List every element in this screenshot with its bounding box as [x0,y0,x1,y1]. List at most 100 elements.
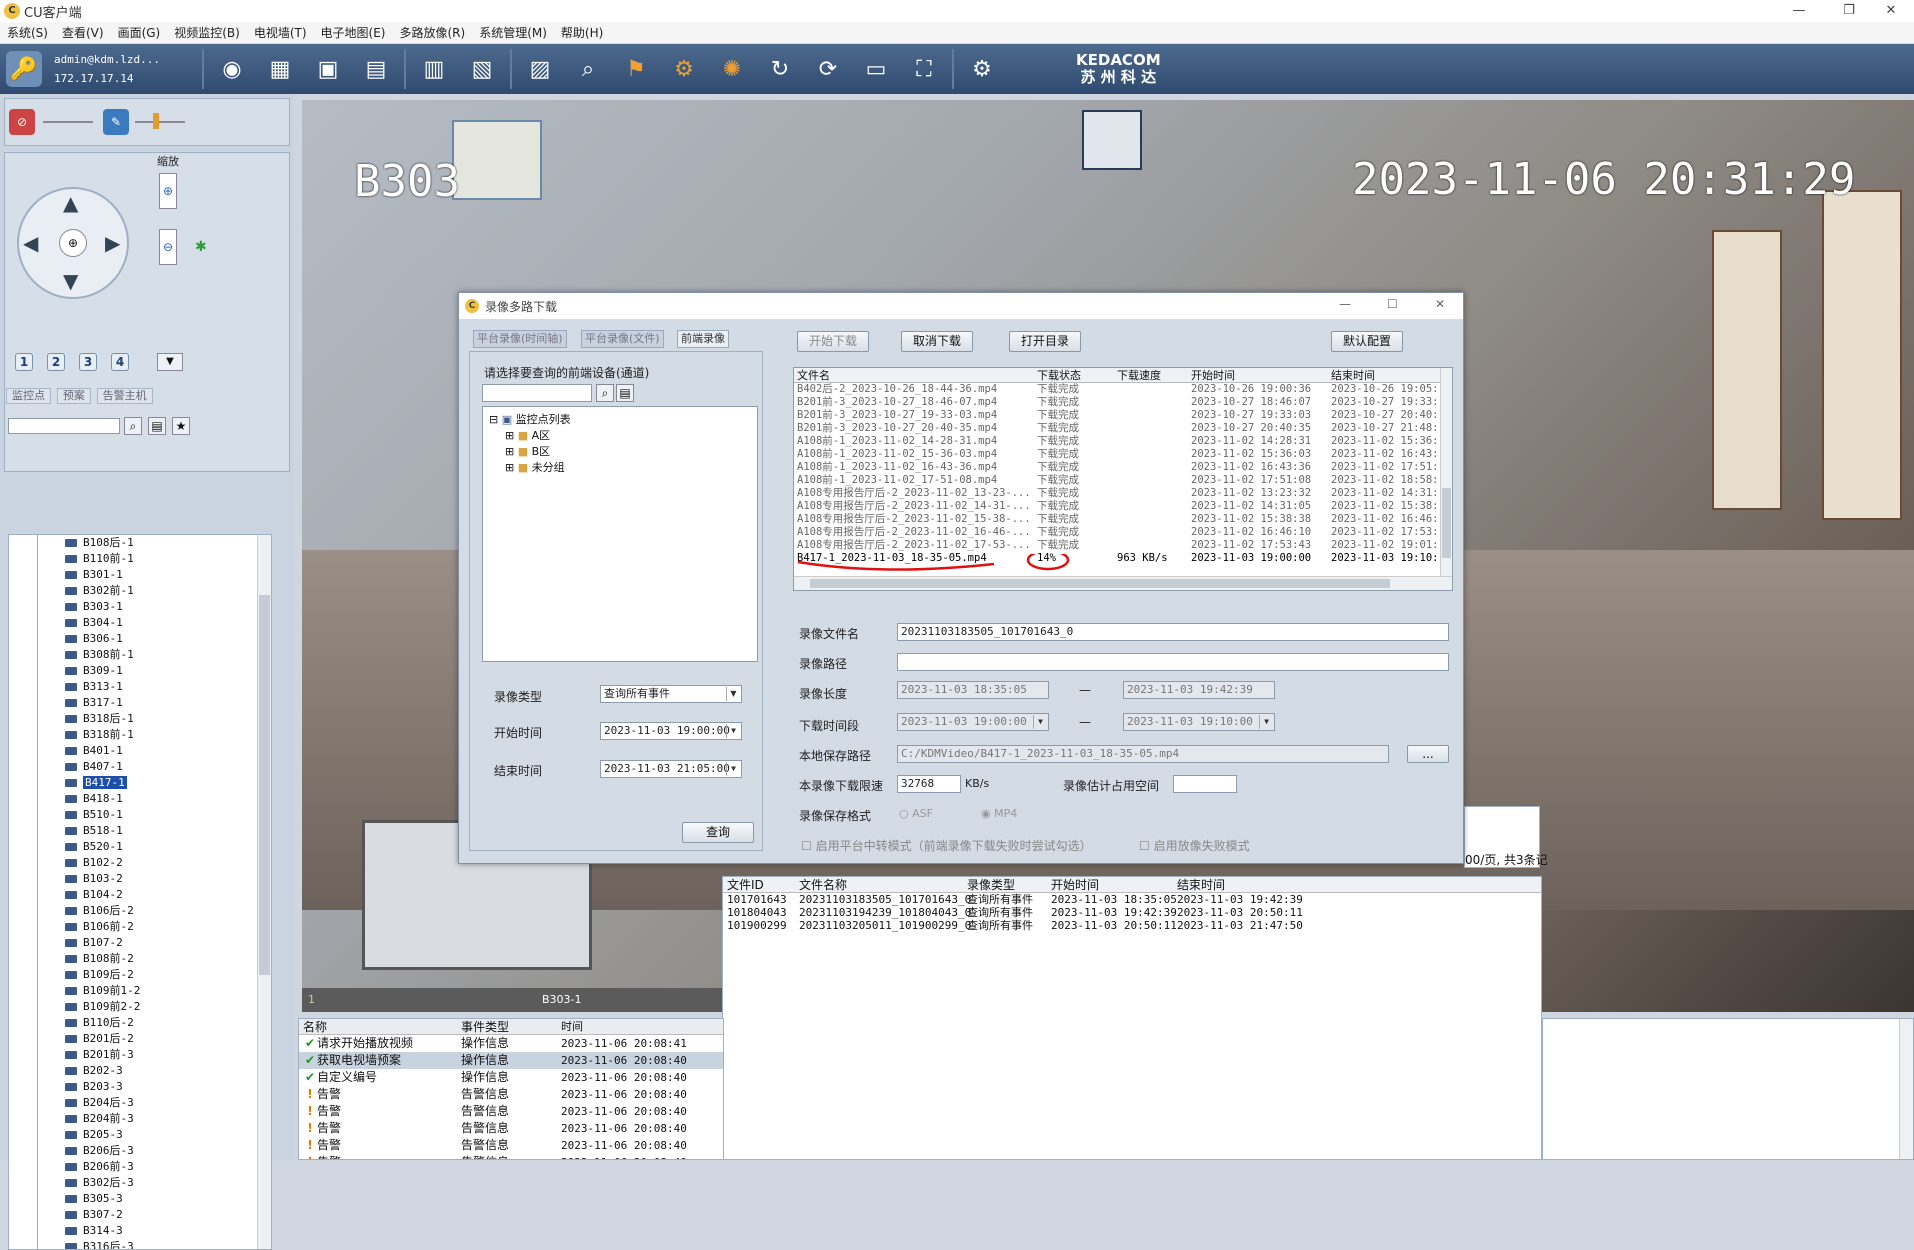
restore-button[interactable]: ❐ [1826,0,1872,22]
file-list-row[interactable]: B201前-3_2023-10-27_18-46-07.mp4 下载完成 2023-… [794,396,1452,409]
search-icon[interactable]: ⌕ [596,384,614,402]
relay-mode-checkbox[interactable]: ☐ 启用平台中转模式（前端录像下载失败时尝试勾选） [801,837,1092,854]
search-icon[interactable]: ⌕ [124,417,142,435]
menu-item[interactable]: 系统(S) [0,24,55,41]
no-entry-icon[interactable]: ⊘ [9,109,35,135]
device-tree-item[interactable]: B110后-2 [9,1015,271,1031]
format-mp4-radio[interactable]: ◉ MP4 [981,807,1017,820]
save-path-field[interactable]: C:/KDMVideo/B417-1_2023-11-03_18-35-05.m… [897,745,1389,763]
tree-root[interactable]: ⊟ ▣ 监控点列表 [489,411,571,427]
device-filter-input[interactable] [482,384,592,402]
event-row[interactable]: ! 告警 告警信息 2023-11-06 20:08:40 [299,1120,723,1137]
panel-scrollbar[interactable] [1899,1019,1913,1159]
end-time-input[interactable]: 2023-11-03 21:05:00 ▼ [600,760,742,778]
recording-row[interactable]: 101701643 20231103183505_101701643_0 查询所有事… [723,893,1541,906]
device-tree-item[interactable]: B204前-3 [9,1111,271,1127]
slider-track[interactable] [135,121,185,123]
device-search-input[interactable] [8,418,120,434]
star-icon[interactable]: ★ [172,417,190,435]
event-row[interactable]: ✔ 获取电视墙预案 操作信息 2023-11-06 20:08:40 [299,1052,723,1069]
alarm-link-icon[interactable]: ⚙ [666,51,702,87]
alarm-icon[interactable]: ⚑ [618,51,654,87]
minimize-button[interactable]: — [1776,0,1822,22]
menu-item[interactable]: 画面(G) [111,24,168,41]
start-download-button[interactable]: 开始下载 [797,331,869,352]
tab-plans[interactable]: 预案 [56,388,91,404]
playback-icon[interactable]: ▧ [464,51,500,87]
monitor-icon[interactable]: ▨ [522,51,558,87]
camera-icon[interactable]: ◉ [214,51,250,87]
dialog-maximize-button[interactable]: ☐ [1387,297,1398,311]
tab-alarm-host[interactable]: 告警主机 [96,388,153,404]
file-list-row[interactable]: B201前-3_2023-10-27_20-40-35.mp4 下载完成 2023-… [794,422,1452,435]
event-row[interactable]: ! 告警 告警信息 2023-11-06 20:08:40 [299,1103,723,1120]
device-tree-item[interactable]: B201后-2 [9,1031,271,1047]
device-tree-item[interactable]: B102-2 [9,855,271,871]
device-tree-item[interactable]: B107-2 [9,935,271,951]
slider-thumb[interactable] [153,113,159,129]
zoom-in-icon[interactable]: ⊕ [159,173,177,209]
menu-item[interactable]: 系统管理(M) [472,24,554,41]
tree-scrollbar[interactable] [257,535,271,1249]
query-button[interactable]: 查询 [682,822,754,843]
recording-row[interactable]: 101900299 20231103205011_101900299_0 查询所有事… [723,919,1541,932]
file-list-row[interactable]: A108前-1_2023-11-02_17-51-08.mp4 下载完成 2023-… [794,474,1452,487]
file-list-row[interactable]: A108前-1_2023-11-02_14-28-31.mp4 下载完成 2023-… [794,435,1452,448]
menu-item[interactable]: 电视墙(T) [247,24,314,41]
tree-node-a[interactable]: ⊞ ■ A区 [505,427,550,443]
tab-platform-timeline[interactable]: 平台录像(时间轴) [473,330,567,348]
file-list-row[interactable]: A108专用报告厅后-2_2023-11-02_13-23-... 下载完成 202… [794,487,1452,500]
chevron-down-icon[interactable]: ▼ [726,724,740,738]
device-tree-item[interactable]: B306-1 [9,631,271,647]
refresh-icon[interactable]: ↻ [762,51,798,87]
chevron-down-icon[interactable]: ▼ [1259,715,1273,729]
open-directory-button[interactable]: 打开目录 [1009,331,1081,352]
layout-grid-icon[interactable]: ▦ [262,51,298,87]
recording-row[interactable]: 101804043 20231103194239_101804043_0 查询所有事… [723,906,1541,919]
filter-icon[interactable]: ▤ [616,384,634,402]
recording-column-header[interactable]: 文件名称 [799,877,967,892]
device-tree-item[interactable]: B307-2 [9,1207,271,1223]
chevron-down-icon[interactable]: ▼ [726,762,740,776]
tree-node-ungrouped[interactable]: ⊞ ■ 未分组 [505,459,565,475]
recording-column-header[interactable]: 录像类型 [967,877,1051,892]
file-list-column-header[interactable]: 开始时间 [1188,368,1328,382]
device-tree-item[interactable]: B401-1 [9,743,271,759]
chevron-down-icon[interactable]: ▼ [1033,715,1047,729]
device-tree-item[interactable]: B108后-1 [9,535,271,551]
brush-icon[interactable]: ✎ [103,109,129,135]
device-tree-item[interactable]: B302前-1 [9,583,271,599]
device-tree-item[interactable]: B206前-3 [9,1159,271,1175]
device-tree-item[interactable]: B313-1 [9,679,271,695]
start-time-input[interactable]: 2023-11-03 19:00:00 ▼ [600,722,742,740]
search-icon[interactable]: ⌕ [570,51,606,87]
period-to-input[interactable]: 2023-11-03 19:10:00 ▼ [1123,713,1275,731]
event-column-header[interactable]: 时间 [561,1019,721,1034]
speed-limit-input[interactable]: 32768 [897,775,961,793]
device-tree-item[interactable]: B103-2 [9,871,271,887]
recording-column-header[interactable]: 开始时间 [1051,877,1177,892]
dialog-minimize-button[interactable]: — [1339,297,1351,311]
file-list-vscrollbar[interactable] [1440,368,1452,578]
device-tree-item[interactable]: B204后-3 [9,1095,271,1111]
format-asf-radio[interactable]: ○ ASF [899,807,933,820]
preset-1-button[interactable]: 1 [15,353,33,371]
menu-item[interactable]: 帮助(H) [554,24,610,41]
period-from-input[interactable]: 2023-11-03 19:00:00 ▼ [897,713,1049,731]
device-tree-item[interactable]: B318后-1 [9,711,271,727]
event-row[interactable]: ✔ 自定义编号 操作信息 2023-11-06 20:08:40 [299,1069,723,1086]
slider-track[interactable] [43,121,93,123]
tv-wall-icon[interactable]: ▤ [358,51,394,87]
settings-gear-icon[interactable]: ⚙ [964,51,1000,87]
event-column-header[interactable]: 名称 [299,1019,461,1034]
file-list-row[interactable]: A108前-1_2023-11-02_15-36-03.mp4 下载完成 2023-… [794,448,1452,461]
snapshot-icon[interactable]: ▭ [858,51,894,87]
device-tree-item[interactable]: B417-1 [9,775,271,791]
scrollbar-thumb[interactable] [259,595,270,975]
tab-monitor-points[interactable]: 监控点 [6,388,51,404]
menu-item[interactable]: 查看(V) [55,24,111,41]
arrow-down-icon[interactable]: ▼ [63,269,78,293]
device-tree-item[interactable]: B305-3 [9,1191,271,1207]
device-tree-item[interactable]: B308前-1 [9,647,271,663]
device-tree-item[interactable]: B510-1 [9,807,271,823]
